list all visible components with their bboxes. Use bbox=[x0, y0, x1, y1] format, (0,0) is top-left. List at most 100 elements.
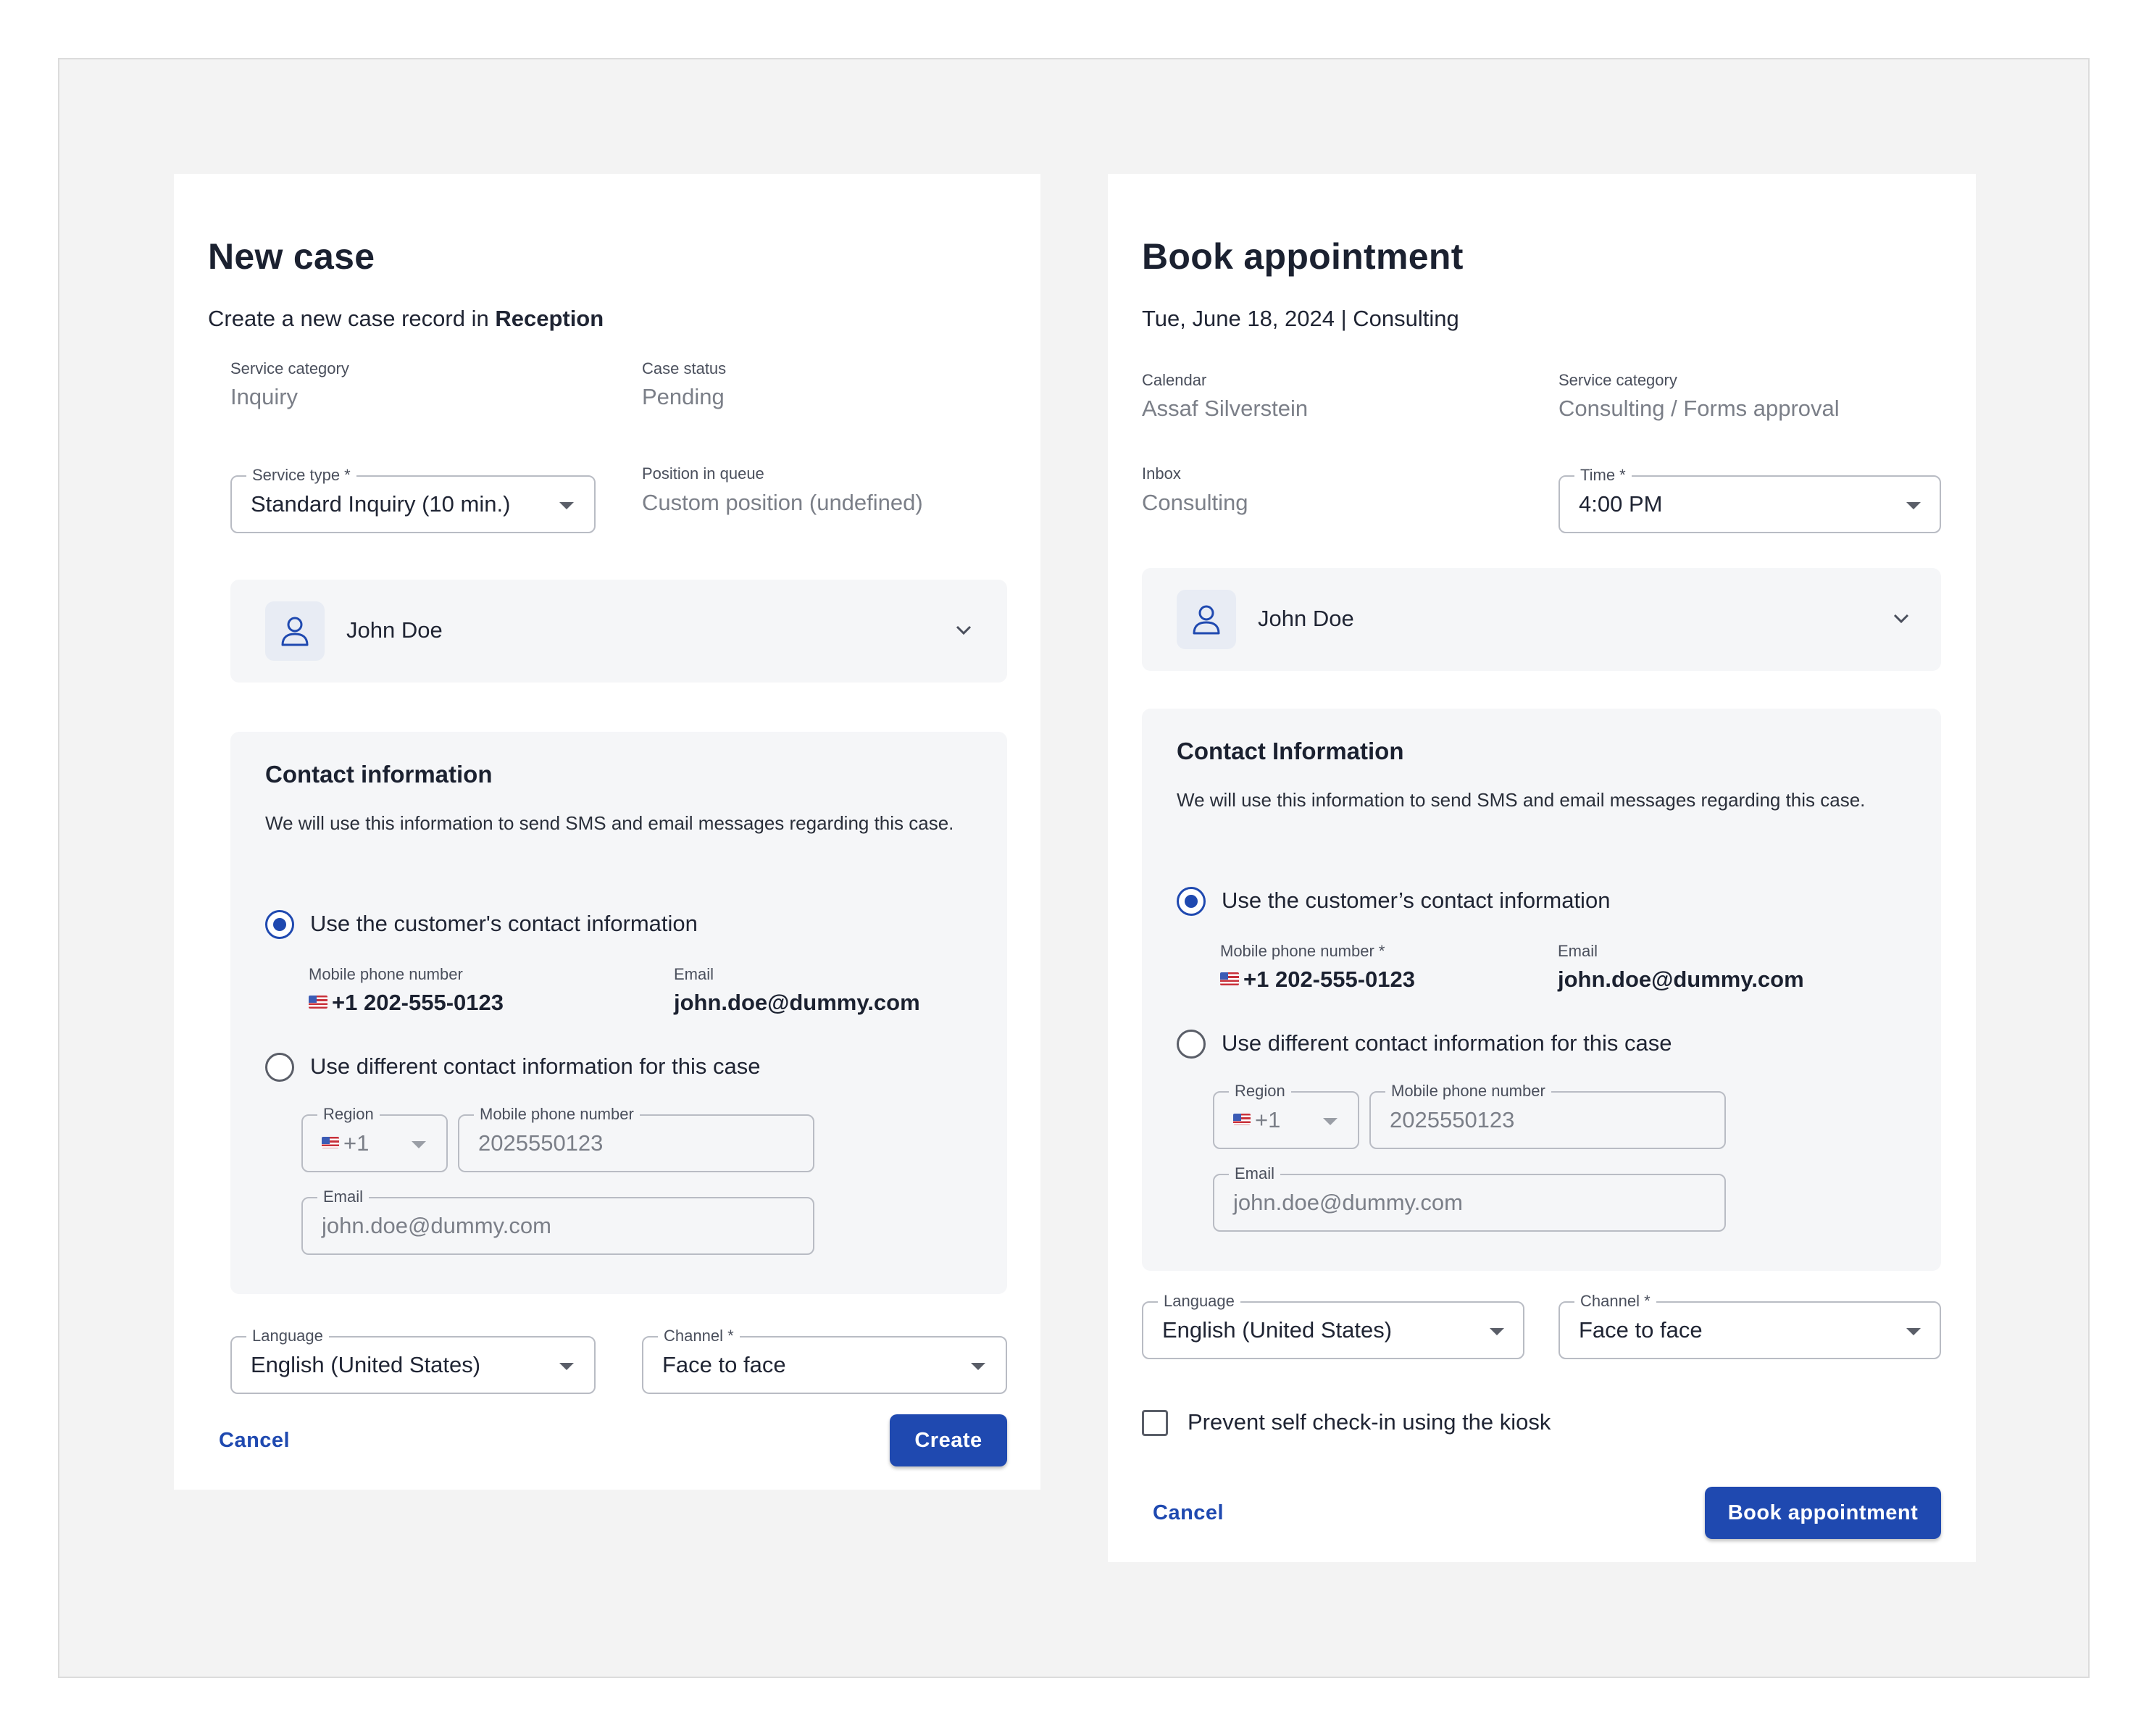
person-icon bbox=[265, 601, 325, 661]
kiosk-checkbox-label: Prevent self check-in using the kiosk bbox=[1188, 1409, 1551, 1435]
contact-info-description: We will use this information to send SMS… bbox=[1177, 789, 1866, 811]
kiosk-checkbox[interactable] bbox=[1142, 1410, 1168, 1436]
region-label: Region bbox=[317, 1106, 380, 1123]
customer-accordion[interactable]: John Doe bbox=[1142, 568, 1941, 671]
mobile-phone-input[interactable]: Mobile phone number 2025550123 bbox=[458, 1106, 814, 1172]
mobile-value: +1 202-555-0123 bbox=[309, 990, 504, 1016]
caret-down-icon bbox=[971, 1363, 985, 1370]
dialog-title: Book appointment bbox=[1142, 236, 1464, 277]
channel-select[interactable]: Channel * Face to face bbox=[1558, 1293, 1941, 1359]
subtitle-location: Reception bbox=[495, 306, 604, 331]
service-category-value: Consulting / Forms approval bbox=[1558, 396, 1840, 421]
calendar-value: Assaf Silverstein bbox=[1142, 396, 1309, 421]
caret-down-icon bbox=[412, 1141, 426, 1148]
mobile-phone-input-label: Mobile phone number bbox=[1385, 1082, 1551, 1100]
radio-different-contact-label: Use different contact information for th… bbox=[1222, 1030, 1672, 1056]
contact-info-title: Contact Information bbox=[1177, 738, 1404, 764]
chevron-down-icon[interactable] bbox=[955, 625, 972, 636]
cancel-button[interactable]: Cancel bbox=[1153, 1501, 1224, 1525]
language-value: English (United States) bbox=[251, 1352, 481, 1377]
email-label: Email bbox=[674, 965, 714, 983]
radio-different-contact[interactable] bbox=[1177, 1030, 1206, 1059]
email-value: john.doe@dummy.com bbox=[1558, 967, 1804, 992]
contact-info-title: Contact information bbox=[265, 761, 493, 788]
channel-select[interactable]: Channel * Face to face bbox=[642, 1327, 1007, 1394]
region-select[interactable]: Region +1 bbox=[1213, 1082, 1359, 1149]
caret-down-icon bbox=[1490, 1328, 1504, 1335]
case-status-value: Pending bbox=[642, 384, 725, 409]
create-button[interactable]: Create bbox=[890, 1414, 1007, 1466]
inbox-label: Inbox bbox=[1142, 464, 1181, 483]
radio-customer-contact[interactable] bbox=[1177, 887, 1206, 916]
radio-different-contact-label: Use different contact information for th… bbox=[310, 1053, 761, 1079]
service-type-select[interactable]: Service type * Standard Inquiry (10 min.… bbox=[230, 467, 596, 533]
dialog-subtitle: Create a new case record in Reception bbox=[208, 306, 604, 332]
mobile-phone-input[interactable]: Mobile phone number 2025550123 bbox=[1369, 1082, 1726, 1149]
customer-name: John Doe bbox=[1258, 606, 1354, 631]
calendar-label: Calendar bbox=[1142, 371, 1207, 389]
position-in-queue-label: Position in queue bbox=[642, 464, 764, 483]
book-appointment-dialog: Book appointment Tue, June 18, 2024 | Co… bbox=[1108, 174, 1976, 1562]
channel-value: Face to face bbox=[662, 1352, 786, 1377]
email-placeholder: john.doe@dummy.com bbox=[322, 1213, 551, 1238]
time-value: 4:00 PM bbox=[1579, 491, 1663, 517]
caret-down-icon bbox=[1323, 1118, 1338, 1125]
channel-label: Channel * bbox=[1574, 1293, 1656, 1310]
channel-value: Face to face bbox=[1579, 1317, 1703, 1343]
radio-customer-contact-label: Use the customer's contact information bbox=[310, 911, 698, 936]
customer-accordion[interactable]: John Doe bbox=[230, 580, 1007, 683]
email-input-label: Email bbox=[1229, 1165, 1281, 1182]
chevron-down-icon[interactable] bbox=[1893, 613, 1910, 625]
book-appointment-button[interactable]: Book appointment bbox=[1705, 1487, 1941, 1539]
us-flag-icon bbox=[1233, 1113, 1251, 1125]
mobile-phone-placeholder: 2025550123 bbox=[1390, 1107, 1515, 1132]
service-category-label: Service category bbox=[230, 359, 349, 377]
email-label: Email bbox=[1558, 942, 1598, 960]
dialog-title: New case bbox=[208, 236, 375, 277]
region-select[interactable]: Region +1 bbox=[301, 1106, 448, 1172]
radio-different-contact[interactable] bbox=[265, 1053, 294, 1082]
channel-label: Channel * bbox=[658, 1327, 740, 1345]
radio-customer-contact[interactable] bbox=[265, 910, 294, 939]
radio-customer-contact-label: Use the customer’s contact information bbox=[1222, 888, 1611, 913]
email-input[interactable]: Email john.doe@dummy.com bbox=[301, 1188, 814, 1255]
case-status-label: Case status bbox=[642, 359, 727, 377]
us-flag-icon bbox=[309, 995, 327, 1009]
email-placeholder: john.doe@dummy.com bbox=[1233, 1190, 1463, 1215]
mobile-value: +1 202-555-0123 bbox=[1220, 967, 1415, 993]
region-value: +1 bbox=[322, 1130, 369, 1156]
language-select[interactable]: Language English (United States) bbox=[1142, 1293, 1524, 1359]
region-label: Region bbox=[1229, 1082, 1291, 1100]
language-label: Language bbox=[1158, 1293, 1240, 1310]
customer-name: John Doe bbox=[346, 617, 443, 643]
contact-info-panel: Contact Information We will use this inf… bbox=[1142, 709, 1941, 1271]
time-label: Time * bbox=[1574, 467, 1632, 484]
contact-info-panel: Contact information We will use this inf… bbox=[230, 732, 1007, 1294]
person-icon bbox=[1177, 590, 1236, 649]
us-flag-icon bbox=[1220, 972, 1239, 985]
contact-info-description: We will use this information to send SMS… bbox=[265, 812, 954, 834]
dialog-subtitle: Tue, June 18, 2024 | Consulting bbox=[1142, 306, 1459, 331]
inbox-value: Consulting bbox=[1142, 490, 1248, 515]
caret-down-icon bbox=[1906, 1328, 1921, 1335]
new-case-dialog: New case Create a new case record in Rec… bbox=[174, 174, 1040, 1490]
service-category-label: Service category bbox=[1558, 371, 1677, 389]
language-label: Language bbox=[246, 1327, 329, 1345]
mobile-label: Mobile phone number * bbox=[1220, 942, 1385, 960]
mobile-label: Mobile phone number bbox=[309, 965, 463, 983]
email-input[interactable]: Email john.doe@dummy.com bbox=[1213, 1165, 1726, 1232]
language-select[interactable]: Language English (United States) bbox=[230, 1327, 596, 1394]
caret-down-icon bbox=[1906, 502, 1921, 509]
service-type-label: Service type * bbox=[246, 467, 356, 484]
email-value: john.doe@dummy.com bbox=[674, 990, 920, 1015]
service-category-value: Inquiry bbox=[230, 384, 299, 409]
caret-down-icon bbox=[559, 1363, 574, 1370]
time-select[interactable]: Time * 4:00 PM bbox=[1558, 467, 1941, 533]
subtitle-prefix: Create a new case record in bbox=[208, 306, 489, 331]
mobile-phone-placeholder: 2025550123 bbox=[478, 1130, 604, 1156]
position-in-queue-value: Custom position (undefined) bbox=[642, 490, 923, 515]
mobile-phone-input-label: Mobile phone number bbox=[474, 1106, 640, 1123]
region-value: +1 bbox=[1233, 1107, 1280, 1133]
cancel-button[interactable]: Cancel bbox=[219, 1429, 290, 1453]
caret-down-icon bbox=[559, 502, 574, 509]
